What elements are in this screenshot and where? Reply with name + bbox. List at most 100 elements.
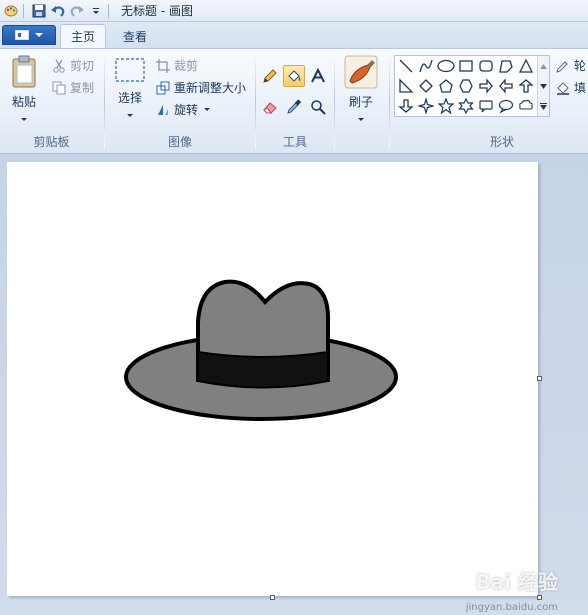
hat-band: [197, 350, 329, 389]
rotate-label: 旋转: [174, 103, 199, 117]
copy-button[interactable]: 复制: [52, 79, 94, 96]
resize-icon: [156, 81, 170, 94]
rounded-rectangle-shape[interactable]: [476, 56, 496, 76]
outline-label: 轮: [574, 59, 587, 73]
resize-button[interactable]: 重新调整大小: [156, 79, 246, 96]
resize-label: 重新调整大小: [174, 81, 247, 95]
hat-drawing: [124, 279, 398, 421]
resize-handle-corner[interactable]: [537, 595, 542, 600]
shapes-gallery: [394, 55, 550, 117]
magnifier-icon: [311, 100, 326, 115]
group-divider: [334, 53, 335, 149]
crop-button[interactable]: 裁剪: [156, 57, 198, 74]
window-title: 无标题 - 画图: [121, 4, 193, 18]
right-triangle-shape[interactable]: [396, 76, 416, 96]
rounded-callout-shape[interactable]: [476, 96, 496, 116]
resize-handle-right[interactable]: [537, 376, 542, 381]
paste-label: 粘贴: [11, 95, 36, 109]
line-shape[interactable]: [396, 56, 416, 76]
curve-shape[interactable]: [416, 56, 436, 76]
select-rectangle-icon: [115, 58, 145, 82]
chevron-down-icon: [358, 118, 364, 121]
fill-button[interactable]: 填: [556, 79, 586, 96]
eraser-tool[interactable]: [259, 96, 281, 118]
select-label: 选择: [117, 91, 142, 105]
rotate-icon: [158, 104, 168, 115]
title-bar: 无标题 - 画图: [0, 0, 588, 22]
image-group-label: 图像: [167, 135, 192, 149]
shapes-scrollbar[interactable]: [537, 56, 549, 116]
pentagon-shape[interactable]: [436, 76, 456, 96]
copy-icon: [52, 81, 66, 94]
chevron-down-icon: [204, 108, 211, 111]
watermark-logo: Bai 经验: [475, 570, 558, 594]
eraser-icon: [263, 102, 277, 114]
color-picker-tool[interactable]: [283, 96, 305, 118]
text-tool[interactable]: [307, 65, 329, 87]
up-arrow-shape[interactable]: [516, 76, 536, 96]
hexagon-shape[interactable]: [456, 76, 476, 96]
tab-home[interactable]: 主页: [60, 24, 106, 48]
customize-quick-access-icon[interactable]: [88, 3, 104, 19]
tab-view[interactable]: 查看: [112, 24, 158, 48]
paste-button[interactable]: 粘贴: [10, 55, 38, 121]
brushes-button[interactable]: 刷子: [344, 55, 378, 121]
undo-icon[interactable]: [50, 3, 66, 19]
crop-icon: [156, 58, 170, 73]
four-point-star-shape[interactable]: [416, 96, 436, 116]
oval-callout-shape[interactable]: [496, 96, 516, 116]
document-icon: [15, 30, 29, 40]
tools-group: 工具: [257, 49, 333, 153]
crop-label: 裁剪: [174, 59, 199, 73]
outline-button[interactable]: 轮: [556, 57, 586, 74]
cloud-callout-shape[interactable]: [516, 96, 536, 116]
paint-app-icon[interactable]: [3, 3, 19, 19]
outline-pen-icon: [556, 60, 568, 73]
pencil-tool[interactable]: [259, 65, 281, 87]
scroll-up-icon[interactable]: [538, 56, 549, 76]
oval-shape[interactable]: [436, 56, 456, 76]
clipboard-group: 粘贴 剪切 复制 剪贴板: [0, 49, 103, 153]
redo-icon[interactable]: [69, 3, 85, 19]
fill-label: 填: [574, 81, 587, 95]
resize-handle-bottom[interactable]: [270, 595, 275, 600]
pencil-icon: [263, 69, 277, 83]
scroll-down-icon[interactable]: [538, 76, 549, 96]
diamond-shape[interactable]: [416, 76, 436, 96]
group-divider: [104, 53, 105, 149]
expand-gallery-icon[interactable]: [538, 96, 549, 116]
ribbon-tabs: 主页 查看: [0, 22, 588, 48]
chevron-down-icon: [21, 118, 27, 121]
chevron-down-icon: [127, 114, 133, 117]
fill-bucket-icon: [557, 81, 569, 95]
magnifier-tool[interactable]: [307, 96, 329, 118]
paste-icon: [12, 55, 36, 88]
rotate-button[interactable]: 旋转: [156, 101, 211, 118]
chevron-down-icon: [35, 33, 43, 37]
watermark-url: jingyan.baidu.com: [465, 602, 558, 613]
left-arrow-shape[interactable]: [496, 76, 516, 96]
fill-tool[interactable]: [283, 65, 305, 87]
paint-bucket-icon: [288, 70, 301, 82]
polygon-shape[interactable]: [496, 56, 516, 76]
six-point-star-shape[interactable]: [456, 96, 476, 116]
image-group: 选择 裁剪 重新调整大小 旋转 图像: [106, 49, 254, 153]
ribbon: 粘贴 剪切 复制 剪贴板 选择 裁剪 重新调整大小 旋转 图像 工具 刷子 形状…: [0, 48, 588, 154]
brush-icon: [344, 55, 378, 89]
select-button[interactable]: 选择: [114, 57, 146, 117]
save-icon[interactable]: [31, 3, 47, 19]
clipboard-group-label: 剪贴板: [33, 135, 70, 149]
right-arrow-shape[interactable]: [476, 76, 496, 96]
tools-group-label: 工具: [282, 135, 307, 149]
canvas-workspace: Bai 经验 jingyan.baidu.com: [0, 155, 588, 615]
file-menu-button[interactable]: [2, 25, 56, 45]
cut-label: 剪切: [70, 59, 95, 73]
down-arrow-shape[interactable]: [396, 96, 416, 116]
drawing-canvas[interactable]: [7, 162, 538, 596]
rectangle-shape[interactable]: [456, 56, 476, 76]
triangle-shape[interactable]: [516, 56, 536, 76]
group-divider: [255, 53, 256, 149]
five-point-star-shape[interactable]: [436, 96, 456, 116]
brushes-label: 刷子: [348, 95, 373, 109]
cut-button[interactable]: 剪切: [52, 57, 94, 74]
